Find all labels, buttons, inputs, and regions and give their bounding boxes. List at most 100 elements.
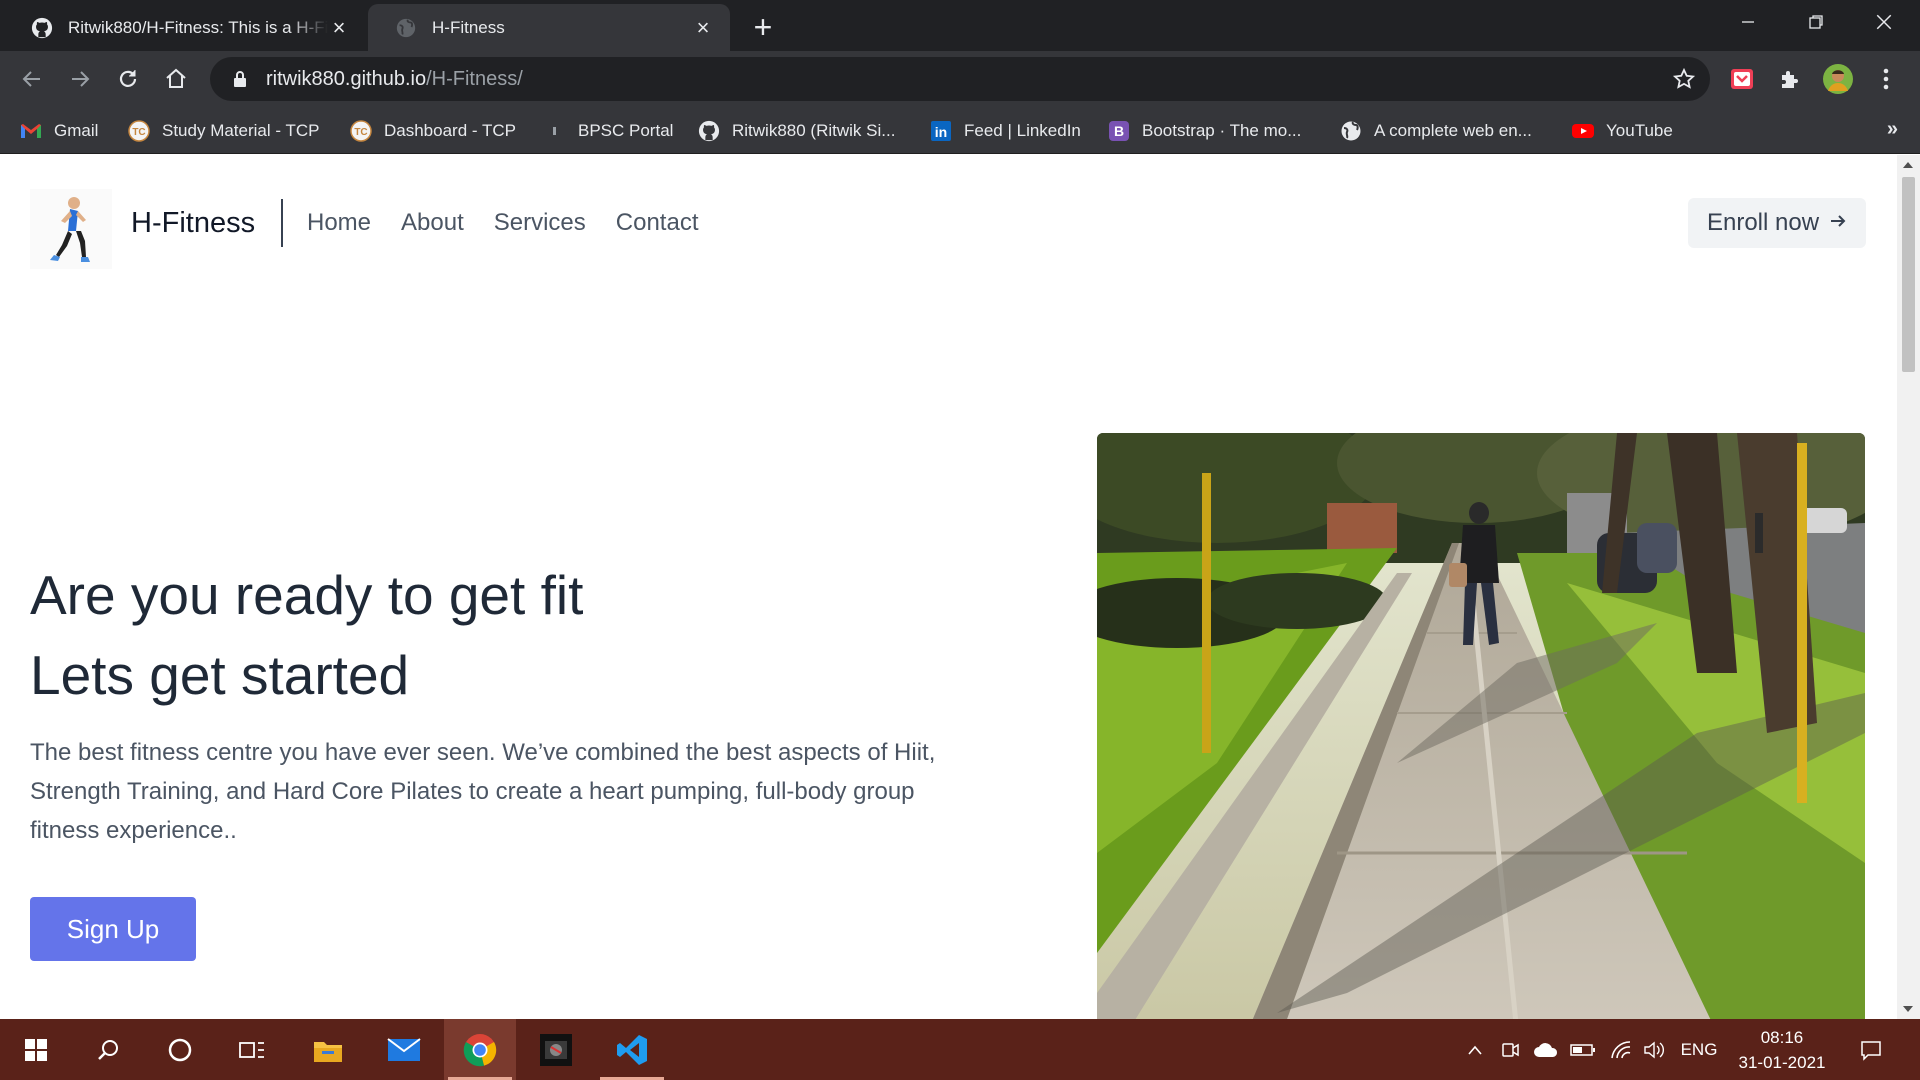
- close-tab-icon[interactable]: ×: [328, 15, 350, 40]
- restore-icon[interactable]: [1786, 0, 1846, 44]
- enroll-now-button[interactable]: Enroll now: [1688, 198, 1866, 248]
- bookmarks-bar: Gmail TC Study Material - TCP TC Dashboa…: [0, 108, 1920, 154]
- gmail-icon: [20, 120, 42, 142]
- scroll-up-icon[interactable]: [1903, 162, 1913, 168]
- close-tab-icon[interactable]: ×: [692, 15, 714, 40]
- lock-icon[interactable]: [228, 67, 252, 91]
- volume-icon[interactable]: [1640, 1019, 1670, 1080]
- tab-title: Ritwik880/H-Fitness: This is a H-Fitness…: [68, 17, 328, 37]
- notifications-icon[interactable]: [1852, 1019, 1890, 1080]
- tab-title: H-Fitness: [432, 17, 505, 37]
- github-icon: [698, 120, 720, 142]
- tab-strip: Ritwik880/H-Fitness: This is a H-Fitness…: [0, 0, 1920, 51]
- pocket-extension-icon[interactable]: [1722, 59, 1762, 99]
- bookmark-gmail[interactable]: Gmail: [20, 116, 98, 146]
- file-explorer-icon[interactable]: [292, 1019, 364, 1080]
- taskbar-clock[interactable]: 08:16 31-01-2021: [1722, 1025, 1842, 1075]
- battery-icon[interactable]: [1568, 1019, 1598, 1080]
- clock-date: 31-01-2021: [1738, 1053, 1826, 1072]
- hero-title-line2: Lets get started: [30, 644, 410, 706]
- main-nav: Home About Services Contact: [307, 209, 699, 237]
- extensions-puzzle-icon[interactable]: [1770, 59, 1810, 99]
- globe-icon: [394, 16, 418, 40]
- minimize-icon[interactable]: [1718, 0, 1778, 44]
- bookmark-study-material[interactable]: TC Study Material - TCP: [128, 116, 319, 146]
- tab-h-fitness[interactable]: H-Fitness ×: [368, 4, 730, 51]
- bookmark-web-en[interactable]: A complete web en...: [1340, 116, 1532, 146]
- task-view-icon[interactable]: [216, 1019, 288, 1080]
- screenshot-app-icon[interactable]: [520, 1019, 592, 1080]
- sign-up-button[interactable]: Sign Up: [30, 897, 196, 961]
- bookmark-github[interactable]: Ritwik880 (Ritwik Si...: [698, 116, 895, 146]
- enroll-label: Enroll now: [1706, 209, 1820, 236]
- page-scrollbar[interactable]: [1897, 155, 1920, 1019]
- meet-now-icon[interactable]: [1496, 1019, 1524, 1080]
- bookmark-label: Gmail: [54, 121, 99, 140]
- site-header: H-Fitness Home About Services Contact En…: [0, 155, 1897, 290]
- bookmark-bpsc[interactable]: BPSC Portal: [544, 116, 673, 146]
- bookmark-label: Feed | LinkedIn: [964, 121, 1081, 140]
- profile-avatar-icon[interactable]: [1818, 59, 1858, 99]
- bookmark-label: A complete web en...: [1374, 121, 1532, 140]
- svg-text:in: in: [935, 124, 947, 140]
- bookmark-dashboard[interactable]: TC Dashboard - TCP: [350, 116, 516, 146]
- menu-kebab-icon[interactable]: [1866, 59, 1906, 99]
- github-icon: [30, 16, 54, 40]
- bpsc-icon: [544, 120, 566, 142]
- bookmark-label: BPSC Portal: [578, 121, 674, 140]
- scrollbar-thumb[interactable]: [1902, 177, 1915, 372]
- page-viewport: H-Fitness Home About Services Contact En…: [0, 155, 1920, 1019]
- bookmark-label: YouTube: [1606, 121, 1673, 140]
- brand-name[interactable]: H-Fitness: [131, 207, 255, 240]
- hero-title-line1: Are you ready to get fit: [30, 564, 584, 626]
- onedrive-icon[interactable]: [1530, 1019, 1562, 1080]
- home-icon[interactable]: [156, 59, 196, 99]
- nav-contact-link[interactable]: Contact: [616, 209, 699, 237]
- bookmark-star-icon[interactable]: [1672, 67, 1696, 91]
- arrow-right-icon: [1829, 209, 1847, 237]
- tab-github[interactable]: Ritwik880/H-Fitness: This is a H-Fitness…: [4, 4, 366, 51]
- bootstrap-icon: B: [1108, 120, 1130, 142]
- wifi-icon[interactable]: [1606, 1019, 1636, 1080]
- bookmark-linkedin[interactable]: in Feed | LinkedIn: [930, 116, 1081, 146]
- url-path: /H-Fitness/: [426, 67, 523, 90]
- browser-toolbar: ritwik880.github.io/H-Fitness/: [0, 51, 1920, 108]
- close-window-icon[interactable]: [1854, 0, 1914, 44]
- globe-icon: [1340, 120, 1362, 142]
- nav-services-link[interactable]: Services: [494, 209, 586, 237]
- cortana-icon[interactable]: [144, 1019, 216, 1080]
- mail-icon[interactable]: [368, 1019, 440, 1080]
- svg-text:TC: TC: [354, 127, 367, 138]
- bookmark-youtube[interactable]: YouTube: [1572, 116, 1673, 146]
- hero-description: The best fitness centre you have ever se…: [30, 739, 936, 844]
- chrome-taskbar-icon[interactable]: [444, 1019, 516, 1080]
- nav-home-link[interactable]: Home: [307, 209, 371, 237]
- url-host: ritwik880.github.io: [266, 67, 427, 90]
- scroll-down-icon[interactable]: [1903, 1006, 1913, 1012]
- youtube-icon: [1572, 120, 1594, 142]
- svg-text:TC: TC: [132, 127, 145, 138]
- brand-divider: [281, 199, 283, 247]
- search-icon[interactable]: [72, 1019, 144, 1080]
- bookmark-bootstrap[interactable]: B Bootstrap · The mo...: [1108, 116, 1301, 146]
- runner-logo-icon[interactable]: [30, 189, 112, 269]
- bookmark-label: Ritwik880 (Ritwik Si...: [732, 121, 896, 140]
- show-hidden-icons-icon[interactable]: [1462, 1019, 1488, 1080]
- hero-image-sidewalk: [1097, 433, 1865, 1019]
- windows-start-icon[interactable]: [0, 1019, 72, 1080]
- bookmark-label: Dashboard - TCP: [384, 121, 516, 140]
- address-bar[interactable]: ritwik880.github.io/H-Fitness/: [210, 57, 1710, 101]
- reload-icon[interactable]: [108, 59, 148, 99]
- svg-text:B: B: [1114, 123, 1124, 139]
- new-tab-icon[interactable]: +: [746, 9, 780, 45]
- hero-title: Are you ready to get fit Lets get starte…: [30, 555, 583, 715]
- forward-icon[interactable]: [60, 59, 100, 99]
- bookmark-label: Study Material - TCP: [162, 121, 320, 140]
- tcp-icon: TC: [128, 120, 150, 142]
- vscode-icon[interactable]: [596, 1019, 668, 1080]
- bookmarks-overflow-icon[interactable]: »: [1887, 118, 1898, 141]
- back-icon[interactable]: [12, 59, 52, 99]
- tcp-icon: TC: [350, 120, 372, 142]
- nav-about-link[interactable]: About: [401, 209, 464, 237]
- input-language[interactable]: ENG: [1676, 1019, 1722, 1080]
